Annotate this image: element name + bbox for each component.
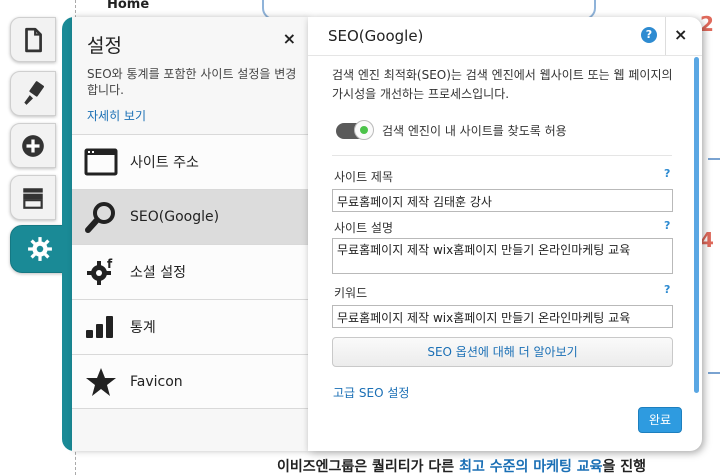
settings-title: 설정 <box>87 35 122 57</box>
site-description-textarea[interactable]: 무료홈페이지 제작 wix홈페이지 만들기 온라인마케팅 교육 <box>332 238 673 274</box>
settings-menu-seo[interactable]: SEO(Google) <box>72 189 308 244</box>
toggle-knob <box>354 119 374 140</box>
bar-stats-icon <box>82 308 120 346</box>
toolbar-pages-button[interactable] <box>10 17 56 62</box>
browser-window-icon <box>82 143 120 181</box>
page-divider-line <box>708 158 720 160</box>
page-body-text: 이비즈엔그룹은 퀄리티가 다른 최고 수준의 마케팅 교육을 진행 <box>277 459 646 475</box>
toolbar-store-button[interactable] <box>10 175 56 220</box>
search-engine-toggle[interactable]: 검색 엔진이 내 사이트를 찾도록 허용 <box>336 119 567 140</box>
site-description-label: 사이트 설명 <box>334 221 394 235</box>
toolbar-design-button[interactable] <box>10 71 56 116</box>
site-title-label: 사이트 제목 <box>334 170 394 184</box>
seo-dialog: SEO(Google) ? × 검색 엔진 최적화(SEO)는 검색 엔진에서 … <box>308 17 702 451</box>
settings-menu-social[interactable]: f 소셜 설정 <box>72 244 308 299</box>
toolbar-add-button[interactable] <box>10 123 56 168</box>
seo-close-button[interactable]: × <box>674 25 687 44</box>
settings-menu-label: SEO(Google) <box>130 209 220 225</box>
toggle-label: 검색 엔진이 내 사이트를 찾도록 허용 <box>382 124 567 138</box>
settings-panel: 설정 × SEO와 통계를 포함한 사이트 설정을 변경합니다. 자세히 보기 … <box>62 17 308 451</box>
settings-panel-body: 설정 × SEO와 통계를 포함한 사이트 설정을 변경합니다. 자세히 보기 … <box>72 17 308 451</box>
settings-menu-favicon[interactable]: Favicon <box>72 354 308 409</box>
settings-menu-label: 소셜 설정 <box>130 265 186 281</box>
dialog-scrollbar[interactable] <box>694 57 699 393</box>
gear-icon <box>28 237 52 261</box>
site-title-help-icon[interactable]: ? <box>664 167 670 180</box>
toggle-switch[interactable] <box>336 119 374 140</box>
store-icon <box>23 187 43 209</box>
seo-description: 검색 엔진 최적화(SEO)는 검색 엔진에서 웹사이트 또는 웹 페이지의 가… <box>332 68 673 101</box>
page-divider-line <box>708 372 720 374</box>
learn-seo-options-button[interactable]: SEO 옵션에 대해 더 알아보기 <box>332 337 673 367</box>
social-gear-icon: f <box>82 253 120 291</box>
page-step-number-top: 2 <box>700 12 714 36</box>
star-icon <box>82 363 120 401</box>
paintbrush-icon <box>24 80 44 105</box>
settings-close-button[interactable]: × <box>283 29 296 48</box>
keywords-input[interactable]: 무료홈페이지 제작 wix홈페이지 만들기 온라인마케팅 교육 <box>332 305 673 328</box>
settings-menu-label: 사이트 주소 <box>130 155 199 171</box>
settings-menu-label: 통계 <box>130 320 156 336</box>
settings-menu: 사이트 주소 SEO(Google) f 소셜 설정 통계 Favicon <box>72 134 308 409</box>
page-step-number-mid: 4 <box>700 228 714 252</box>
settings-menu-stats[interactable]: 통계 <box>72 299 308 354</box>
section-separator <box>332 155 672 156</box>
seo-dialog-title: SEO(Google) <box>328 27 424 45</box>
settings-description: SEO와 통계를 포함한 사이트 설정을 변경합니다. <box>87 67 297 97</box>
settings-menu-label: Favicon <box>130 373 183 390</box>
svg-text:f: f <box>107 257 113 271</box>
site-description-help-icon[interactable]: ? <box>664 219 670 232</box>
site-title-input[interactable]: 무료홈페이지 제작 김태훈 강사 <box>332 189 673 212</box>
page-icon <box>25 27 42 52</box>
keywords-help-icon[interactable]: ? <box>664 283 670 296</box>
header-divider <box>665 17 666 55</box>
settings-menu-site-address[interactable]: 사이트 주소 <box>72 134 308 189</box>
plus-circle-icon <box>22 134 44 157</box>
toolbar-settings-button[interactable] <box>10 225 70 273</box>
help-icon[interactable]: ? <box>641 27 657 43</box>
page-home-label: Home <box>107 0 150 12</box>
header-separator <box>308 55 702 56</box>
keywords-label: 키워드 <box>334 286 368 300</box>
magnifier-icon <box>82 198 120 236</box>
settings-learn-more-link[interactable]: 자세히 보기 <box>87 107 146 124</box>
done-button[interactable]: 완료 <box>638 407 682 433</box>
advanced-seo-settings-link[interactable]: 고급 SEO 설정 <box>333 384 409 401</box>
page-body-highlight: 최고 수준의 마케팅 교육 <box>459 459 603 475</box>
